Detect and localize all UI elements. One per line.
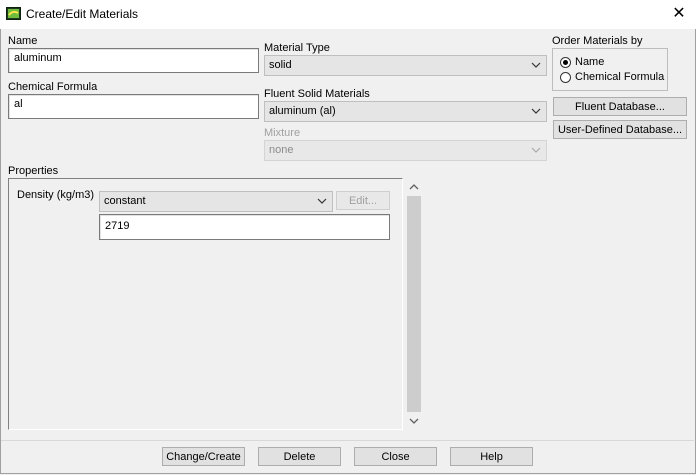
chevron-down-icon <box>531 147 541 153</box>
close-window-icon[interactable]: ✕ <box>664 2 694 26</box>
name-label: Name <box>8 35 38 47</box>
delete-button[interactable]: Delete <box>258 447 341 466</box>
fluent-solid-materials-value: aluminum (al) <box>269 105 336 117</box>
order-by-name-label: Name <box>575 56 605 68</box>
footer-separator <box>1 440 694 441</box>
order-materials-label: Order Materials by <box>552 35 643 47</box>
change-create-button[interactable]: Change/Create <box>162 447 245 466</box>
density-value-input[interactable]: 2719 <box>99 214 390 240</box>
chevron-down-icon[interactable] <box>408 416 420 426</box>
material-type-dropdown[interactable]: solid <box>264 55 547 76</box>
chevron-down-icon <box>531 108 541 114</box>
mixture-label: Mixture <box>264 127 301 139</box>
order-by-chemical-formula-radio[interactable]: Chemical Formula <box>560 71 664 85</box>
chevron-up-icon[interactable] <box>408 182 420 192</box>
scroll-thumb[interactable] <box>407 196 421 412</box>
window-title: Create/Edit Materials <box>26 7 139 21</box>
order-by-chemical-formula-label: Chemical Formula <box>575 71 665 83</box>
chemical-formula-label: Chemical Formula <box>8 81 98 93</box>
name-input[interactable]: aluminum <box>8 48 259 73</box>
close-button[interactable]: Close <box>354 447 437 466</box>
radio-selected-icon <box>560 57 571 68</box>
density-edit-button[interactable]: Edit... <box>336 191 390 210</box>
fluent-solid-materials-dropdown[interactable]: aluminum (al) <box>264 101 547 122</box>
chevron-down-icon <box>317 198 327 204</box>
density-label: Density (kg/m3) <box>17 189 95 201</box>
help-button[interactable]: Help <box>450 447 533 466</box>
mixture-value: none <box>269 144 294 156</box>
material-type-value: solid <box>269 59 292 71</box>
material-type-label: Material Type <box>264 42 330 54</box>
order-by-name-radio[interactable]: Name <box>560 56 660 70</box>
fluent-database-button[interactable]: Fluent Database... <box>553 97 687 116</box>
density-method-value: constant <box>104 195 146 207</box>
chevron-down-icon <box>531 62 541 68</box>
fluent-solid-materials-label: Fluent Solid Materials <box>264 88 370 100</box>
user-defined-database-button[interactable]: User-Defined Database... <box>553 120 687 139</box>
radio-unselected-icon <box>560 72 571 83</box>
mixture-dropdown[interactable]: none <box>264 140 547 161</box>
fluent-app-icon <box>6 7 21 20</box>
density-method-dropdown[interactable]: constant <box>99 191 333 212</box>
properties-label: Properties <box>8 165 59 177</box>
chemical-formula-input[interactable]: al <box>8 94 259 119</box>
